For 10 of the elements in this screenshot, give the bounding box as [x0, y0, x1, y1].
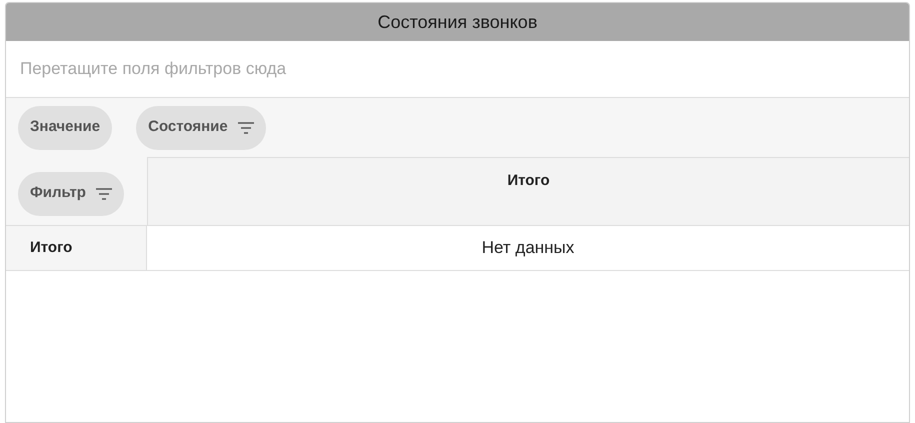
- field-chip[interactable]: Состояние: [136, 106, 266, 150]
- table-cell-text: Нет данных: [480, 237, 576, 260]
- filter-icon: [238, 122, 254, 134]
- panel-title: Состояния звонков: [378, 10, 538, 34]
- row-header-cell: Итого: [6, 226, 147, 270]
- field-chip[interactable]: Значение: [18, 106, 112, 150]
- field-chip[interactable]: Фильтр: [18, 172, 124, 216]
- column-header: Итого: [507, 171, 550, 191]
- drop-hint: Перетащите поля фильтров сюда: [20, 58, 286, 80]
- filter-icon: [96, 188, 112, 200]
